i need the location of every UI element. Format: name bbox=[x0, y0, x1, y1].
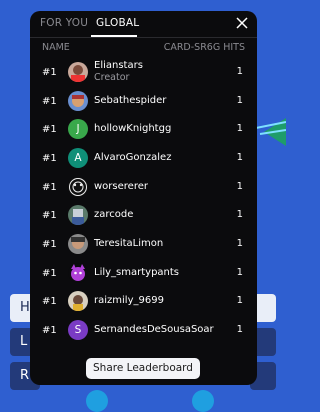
tab-for-you[interactable]: FOR YOU bbox=[40, 17, 88, 29]
avatar bbox=[68, 91, 88, 111]
active-tab-indicator bbox=[91, 35, 137, 37]
leaderboard-row[interactable]: #1 Lily_smartypants 1 bbox=[30, 259, 257, 287]
username: SernandesDeSousaSoar bbox=[94, 324, 214, 335]
hit-count: 1 bbox=[236, 238, 243, 249]
column-name: NAME bbox=[42, 42, 70, 53]
hit-count: 1 bbox=[236, 324, 243, 335]
hit-count: 1 bbox=[236, 152, 243, 163]
rank: #1 bbox=[42, 182, 57, 193]
avatar bbox=[68, 177, 88, 197]
rank: #1 bbox=[42, 210, 57, 221]
hit-count: 1 bbox=[236, 267, 243, 278]
leaderboard-row[interactable]: #1 TeresitaLimon 1 bbox=[30, 230, 257, 258]
leaderboard-row[interactable]: #1 Sebathespider 1 bbox=[30, 87, 257, 115]
avatar: S bbox=[68, 320, 88, 340]
leaderboard-row[interactable]: #1 S SernandesDeSousaSoar 1 bbox=[30, 316, 257, 344]
share-leaderboard-button[interactable]: Share Leaderboard bbox=[86, 358, 200, 379]
background-arrow-decoration bbox=[255, 118, 286, 146]
leaderboard-row[interactable]: #1 zarcode 1 bbox=[30, 201, 257, 229]
leaderboard-modal: FOR YOU GLOBAL NAME CARD-SR6G HITS #1 El… bbox=[30, 11, 257, 385]
tab-global[interactable]: GLOBAL bbox=[96, 17, 139, 29]
column-hits: CARD-SR6G HITS bbox=[163, 42, 245, 53]
avatar bbox=[68, 234, 88, 254]
rank: #1 bbox=[42, 124, 57, 135]
hit-count: 1 bbox=[236, 295, 243, 306]
avatar bbox=[68, 263, 88, 283]
rank: #1 bbox=[42, 96, 57, 107]
avatar bbox=[68, 62, 88, 82]
rank: #1 bbox=[42, 67, 57, 78]
username: TeresitaLimon bbox=[94, 238, 164, 249]
hit-count: 1 bbox=[236, 66, 243, 77]
hit-count: 1 bbox=[236, 181, 243, 192]
username: Sebathespider bbox=[94, 95, 167, 106]
creator-label: Creator bbox=[94, 72, 130, 83]
avatar bbox=[68, 205, 88, 225]
close-icon[interactable] bbox=[235, 16, 249, 30]
background-button-2-label: L bbox=[20, 334, 28, 349]
avatar: A bbox=[68, 148, 88, 168]
hit-count: 1 bbox=[236, 209, 243, 220]
leaderboard-row[interactable]: #1 A AlvaroGonzalez 1 bbox=[30, 144, 257, 172]
username: Elianstars Creator bbox=[94, 60, 143, 83]
leaderboard-row[interactable]: #1 raizmily_9699 1 bbox=[30, 287, 257, 315]
leaderboard-row[interactable]: #1 J hollowKnightgg 1 bbox=[30, 115, 257, 143]
rank: #1 bbox=[42, 296, 57, 307]
username-text: Elianstars bbox=[94, 60, 143, 71]
username: hollowKnightgg bbox=[94, 123, 172, 134]
leaderboard-row[interactable]: #1 worsererer 1 bbox=[30, 173, 257, 201]
username: worsererer bbox=[94, 181, 148, 192]
background-button-3-label: R bbox=[20, 368, 30, 383]
avatar: J bbox=[68, 119, 88, 139]
column-header: NAME CARD-SR6G HITS bbox=[42, 42, 245, 56]
hit-count: 1 bbox=[236, 123, 243, 134]
rank: #1 bbox=[42, 239, 57, 250]
background-button-1-label: H bbox=[20, 300, 30, 315]
rank: #1 bbox=[42, 153, 57, 164]
username: raizmily_9699 bbox=[94, 295, 164, 306]
leaderboard-row[interactable]: #1 Elianstars Creator 1 bbox=[30, 58, 257, 86]
tab-bar: FOR YOU GLOBAL bbox=[30, 11, 257, 38]
hit-count: 1 bbox=[236, 95, 243, 106]
background-circle-right bbox=[192, 390, 214, 412]
username: AlvaroGonzalez bbox=[94, 152, 172, 163]
username: zarcode bbox=[94, 209, 134, 220]
background-circle-left bbox=[86, 390, 108, 412]
rank: #1 bbox=[42, 325, 57, 336]
rank: #1 bbox=[42, 268, 57, 279]
username: Lily_smartypants bbox=[94, 267, 180, 278]
avatar bbox=[68, 291, 88, 311]
